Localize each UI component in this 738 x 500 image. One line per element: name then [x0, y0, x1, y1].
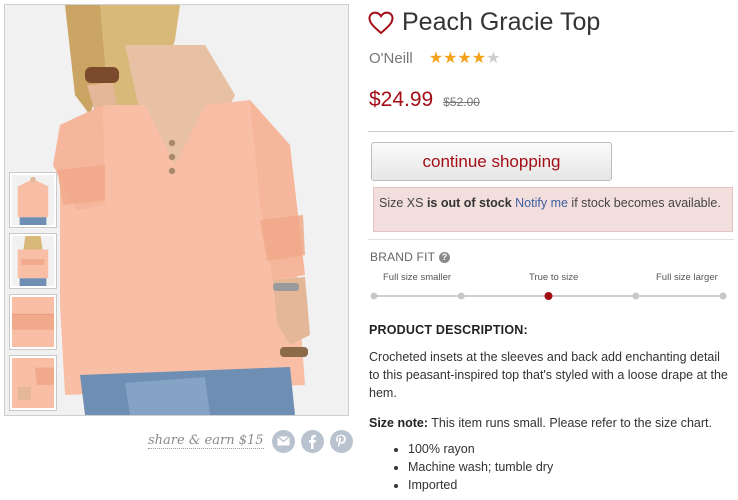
- stock-alert-suffix: if stock becomes available.: [567, 196, 721, 210]
- size-note-label: Size note:: [369, 416, 429, 430]
- share-row: share & earn $15: [148, 428, 353, 454]
- list-item: 100% rayon: [408, 440, 553, 458]
- brand-fit-heading: BRAND FIT ?: [370, 250, 451, 264]
- brand-fit-labels: Full size smaller True to size Full size…: [368, 272, 734, 284]
- size-note-text: This item runs small. Please refer to th…: [428, 416, 712, 430]
- fit-label-true: True to size: [529, 272, 579, 283]
- brand-link[interactable]: O'Neill: [369, 50, 413, 67]
- notify-me-link[interactable]: Notify me: [515, 196, 568, 210]
- sale-price: $24.99: [369, 88, 434, 111]
- title-row: Peach Gracie Top: [368, 8, 600, 37]
- thumbnail-detail-back[interactable]: [9, 294, 57, 350]
- thumbnail-back[interactable]: [9, 233, 57, 289]
- share-earn-link[interactable]: share & earn $15: [148, 433, 264, 449]
- email-icon[interactable]: [271, 429, 295, 453]
- star-icon: ★: [428, 49, 444, 67]
- price-row: $24.99 $52.00: [369, 88, 480, 112]
- continue-shopping-button[interactable]: continue shopping: [371, 142, 612, 181]
- brand-fit-title: BRAND FIT: [370, 250, 436, 264]
- description-text: Crocheted insets at the sleeves and back…: [369, 350, 728, 400]
- thumbnail-list: [9, 172, 59, 415]
- fit-label-larger: Full size larger: [656, 272, 718, 283]
- fit-scale-marker: [457, 292, 465, 300]
- feature-list: 100% rayon Machine wash; tumble dry Impo…: [392, 440, 553, 494]
- list-item: Imported: [408, 476, 553, 494]
- star-icon: ★: [457, 49, 472, 67]
- thumbnail-detail-sleeve[interactable]: [9, 355, 57, 411]
- star-icon: ★: [471, 49, 487, 67]
- rating-stars[interactable]: ★ ★ ★ ★ ★: [428, 49, 501, 67]
- heart-icon[interactable]: [368, 11, 394, 35]
- list-item: Machine wash; tumble dry: [408, 458, 553, 476]
- stock-alert-prefix: Size XS: [379, 196, 427, 210]
- product-gallery: [4, 4, 349, 416]
- product-title: Peach Gracie Top: [402, 8, 601, 36]
- brand-fit-scale: [370, 292, 727, 300]
- fit-scale-marker: [719, 292, 727, 300]
- description-heading: PRODUCT DESCRIPTION:: [369, 323, 528, 337]
- fit-scale-marker: [632, 292, 640, 300]
- divider: [368, 239, 734, 240]
- divider: [368, 131, 734, 132]
- help-icon[interactable]: ?: [439, 251, 451, 263]
- size-note: Size note: This item runs small. Please …: [369, 414, 735, 432]
- star-icon: ★: [443, 49, 458, 67]
- star-icon: ★: [486, 49, 501, 67]
- pinterest-icon[interactable]: [329, 429, 353, 453]
- brand-row: O'Neill ★ ★ ★ ★ ★: [369, 50, 500, 67]
- facebook-icon[interactable]: [300, 429, 324, 453]
- fit-scale-marker: [370, 292, 378, 300]
- fit-label-smaller: Full size smaller: [383, 272, 452, 283]
- original-price: $52.00: [443, 95, 480, 109]
- stock-alert-status: is out of stock: [426, 196, 512, 210]
- stock-alert: Size XS is out of stock Notify me if sto…: [373, 187, 733, 232]
- thumbnail-front[interactable]: [9, 172, 57, 228]
- fit-scale-marker-selected: [544, 292, 553, 300]
